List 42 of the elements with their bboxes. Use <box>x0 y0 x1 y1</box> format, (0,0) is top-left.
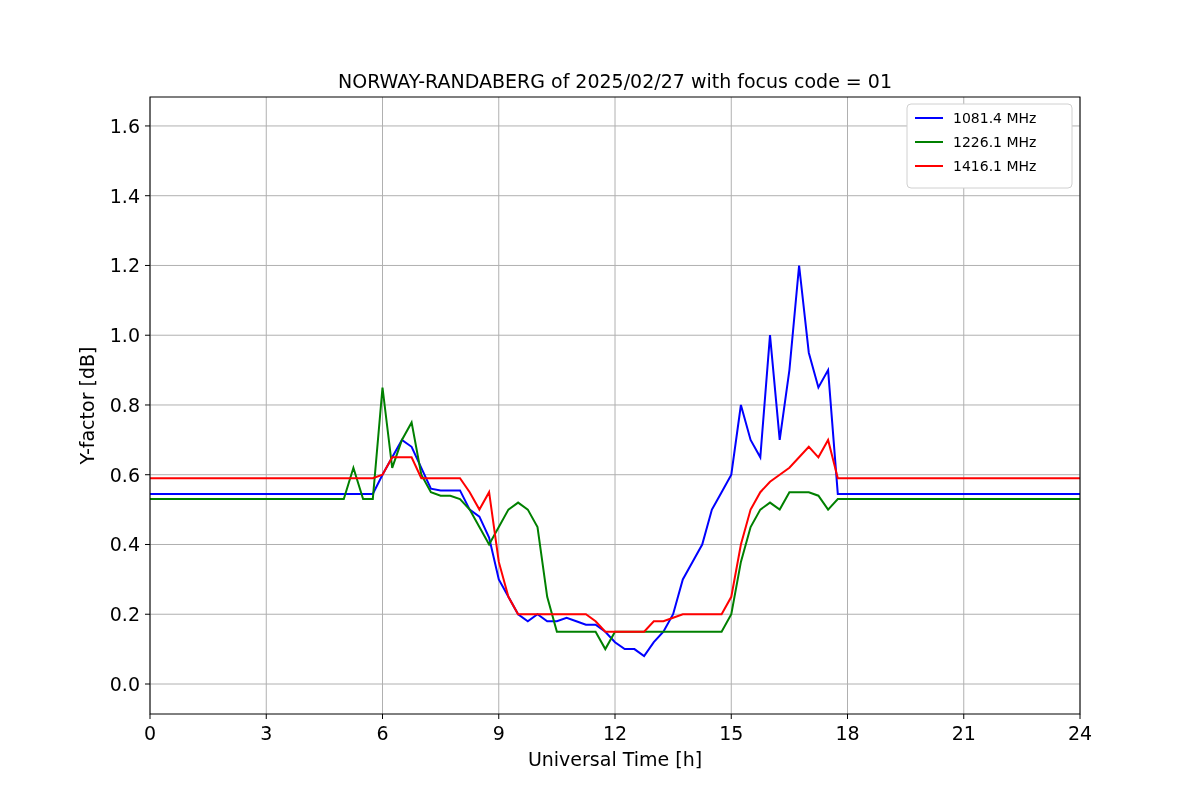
x-tick-label: 9 <box>492 722 505 744</box>
y-tick-label: 0.6 <box>109 463 140 486</box>
x-tick-label: 0 <box>143 722 157 744</box>
x-tick-label: 15 <box>719 722 744 744</box>
tick-mark <box>963 713 965 720</box>
tick-mark <box>1079 713 1081 720</box>
tick-mark <box>265 713 267 720</box>
y-tick-label: 1.4 <box>109 184 140 207</box>
y-tick-label: 1.6 <box>109 114 140 137</box>
tick-mark <box>144 613 151 615</box>
y-tick-label: 1.2 <box>109 254 140 277</box>
tick-mark <box>144 474 151 476</box>
tick-mark <box>144 195 151 197</box>
x-tick-label: 18 <box>835 722 860 744</box>
tick-mark <box>614 713 616 720</box>
tick-mark <box>144 404 151 406</box>
legend-label: 1226.1 MHz <box>953 134 1037 150</box>
tick-mark <box>144 125 151 127</box>
y-tick-label: 0.2 <box>109 603 140 626</box>
y-tick-label: 0.0 <box>109 673 140 695</box>
tick-mark <box>847 713 848 720</box>
y-axis-label: Y-factor [dB] <box>76 346 98 465</box>
x-tick-label: 6 <box>376 722 389 744</box>
x-tick-label: 24 <box>1067 722 1093 744</box>
chart-title: NORWAY-RANDABERG of 2025/02/27 with focus code = 01 <box>338 70 892 92</box>
legend-label: 1081.4 MHz <box>953 110 1037 126</box>
x-tick-label: 21 <box>951 722 976 744</box>
tick-mark <box>730 713 732 720</box>
tick-mark <box>144 544 151 545</box>
tick-mark <box>144 264 151 266</box>
tick-mark <box>149 713 151 720</box>
x-tick-label: 3 <box>260 722 273 744</box>
y-tick-label: 0.8 <box>109 394 140 416</box>
x-tick-label: 12 <box>602 722 628 744</box>
legend-label: 1416.1 MHz <box>953 158 1037 174</box>
tick-mark <box>144 334 151 336</box>
x-axis-label: Universal Time [h] <box>527 748 703 770</box>
y-tick-label: 0.4 <box>109 533 140 556</box>
tick-mark <box>144 683 151 685</box>
tick-mark <box>382 713 383 720</box>
y-tick-label: 1.0 <box>109 324 140 347</box>
tick-mark <box>498 713 500 720</box>
